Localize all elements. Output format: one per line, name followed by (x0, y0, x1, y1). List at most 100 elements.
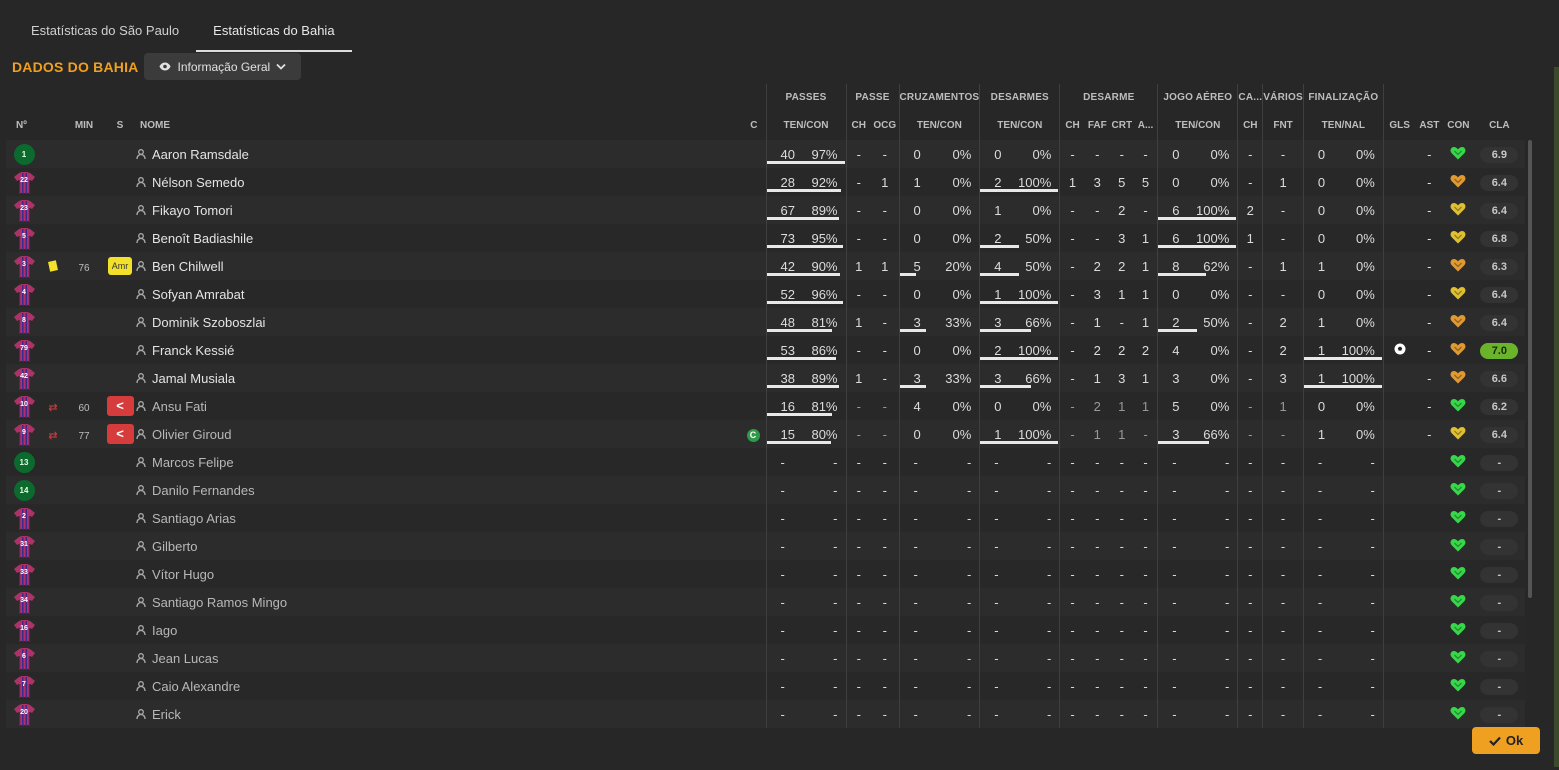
rating-badge: - (1480, 566, 1519, 583)
heart-icon (1450, 426, 1466, 439)
player-row[interactable]: 10 ⇄ 60 < Ansu Fati 16 81% - -4 0% 0 0% -2 1 1 5 0% -1 0 0%… (6, 392, 1526, 420)
player-row[interactable]: 9 ⇄ 77 < Olivier Giroud C 15 80% - -0 0% 1 100% -1 1-3… (6, 420, 1526, 448)
col-d-ch[interactable]: CH (1059, 111, 1085, 140)
event-icon (42, 644, 64, 672)
player-row[interactable]: 79 Franck Kessié 53 86% - -0 0% 2 100% -2 2 2 4 0% -2 1… (6, 336, 1526, 364)
player-name-cell[interactable]: Dominik Szoboszlai (136, 308, 706, 336)
col-ca-ch[interactable]: CH (1237, 111, 1263, 140)
person-icon (136, 149, 146, 159)
person-icon (136, 457, 146, 467)
col-ast[interactable]: AST (1415, 111, 1443, 140)
col-nome[interactable]: NOME (136, 111, 706, 140)
con (1443, 392, 1474, 420)
col-c[interactable]: C (706, 111, 766, 140)
player-name-cell[interactable]: Ben Chilwell (136, 252, 706, 280)
col-passe-ocg[interactable]: OCG (871, 111, 899, 140)
scrollbar[interactable] (1528, 140, 1532, 598)
col-d-crt[interactable]: CRT (1110, 111, 1134, 140)
player-name-cell[interactable]: Santiago Ramos Mingo (136, 588, 706, 616)
player-kit: 9 (6, 420, 42, 448)
player-row[interactable]: 1 Aaron Ramsdale 40 97% - -0 0% 0 0% - - - -0 0% - -0 0%… (6, 140, 1526, 168)
player-row[interactable]: 4 Sofyan Amrabat 52 96% - -0 0% 1 100% -3 1 1 0 0% - -0… (6, 280, 1526, 308)
col-gls[interactable]: GLS (1382, 111, 1416, 140)
col-fnt[interactable]: FNT (1262, 111, 1304, 140)
fnt: - (1262, 644, 1304, 672)
player-name-cell[interactable]: Erick (136, 700, 706, 728)
passes-cell-bar (767, 273, 840, 276)
col-d-faf[interactable]: FAF (1085, 111, 1110, 140)
player-name-cell[interactable]: Aaron Ramsdale (136, 140, 706, 168)
col-passe-ch[interactable]: CH (845, 111, 871, 140)
col-d-a[interactable]: A... (1134, 111, 1158, 140)
aereo-cell-pct: 0% (1210, 286, 1230, 302)
d-ch: 1 (1059, 168, 1085, 196)
player-row[interactable]: 34 Santiago Ramos Mingo - - - - - - - - - - - - - - - - - -… (6, 588, 1526, 616)
player-name-cell[interactable]: Iago (136, 616, 706, 644)
player-name-cell[interactable]: Franck Kessié (136, 336, 706, 364)
gls (1382, 364, 1416, 392)
player-row[interactable]: 8 Dominik Szoboszlai 48 81% 1-3 33% 3 66% -1-1 2 5… (6, 308, 1526, 336)
player-row[interactable]: 22 Nélson Semedo 28 92% -1 1 0% 2 100% 1 3 5 5 0 0% -1 0… (6, 168, 1526, 196)
player-name-cell[interactable]: Ansu Fati (136, 392, 706, 420)
player-name-cell[interactable]: Sofyan Amrabat (136, 280, 706, 308)
ok-button[interactable]: Ok (1472, 727, 1540, 754)
player-name-cell[interactable]: Santiago Arias (136, 504, 706, 532)
col-cruz[interactable]: TEN/CON (898, 111, 980, 140)
player-row[interactable]: 13 Marcos Felipe - - - - - - - - - - - - - - - - - - - (6, 448, 1526, 476)
tab-home-stats[interactable]: Estatísticas do São Paulo (14, 14, 196, 52)
player-row[interactable]: 20 Erick - - - - - - - - - - - - - - - - - - - (6, 700, 1526, 728)
player-min (64, 476, 104, 504)
ca-ch: - (1237, 504, 1263, 532)
player-name-cell[interactable]: Gilberto (136, 532, 706, 560)
player-row[interactable]: 16 Iago - - - - - - - - - - - - - - - - - - - (6, 616, 1526, 644)
player-name: Marcos Felipe (152, 454, 234, 470)
player-row[interactable]: 33 Vítor Hugo - - - - - - - - - - - - - - - - - - - (6, 560, 1526, 588)
col-passes[interactable]: TEN/CON (765, 111, 846, 140)
player-row[interactable]: 14 Danilo Fernandes - - - - - - - - - - - - - - - - - - - (6, 476, 1526, 504)
player-name-cell[interactable]: Danilo Fernandes (136, 476, 706, 504)
col-num[interactable]: Nº (6, 111, 42, 140)
kit-number: 20 (20, 708, 28, 716)
col-fin[interactable]: TEN/NAL (1302, 111, 1384, 140)
player-name-cell[interactable]: Nélson Semedo (136, 168, 706, 196)
cruz-cell-attempts: 0 (913, 342, 921, 358)
player-name-cell[interactable]: Fikayo Tomori (136, 196, 706, 224)
player-row[interactable]: 5 Benoît Badiashile 73 95% - -0 0% 2 50% - -3 1 6 100… (6, 224, 1526, 252)
player-name-cell[interactable]: Olivier Giroud (136, 420, 706, 448)
player-name-cell[interactable]: Marcos Felipe (136, 448, 706, 476)
player-name-cell[interactable]: Benoît Badiashile (136, 224, 706, 252)
col-s[interactable]: S (104, 111, 136, 140)
player-name-cell[interactable]: Jean Lucas (136, 644, 706, 672)
player-name-cell[interactable]: Vítor Hugo (136, 560, 706, 588)
player-row[interactable]: 7 Caio Alexandre - - - - - - - - - - - - - - - - - - - (6, 672, 1526, 700)
ca-ch: - (1237, 616, 1263, 644)
player-row[interactable]: 6 Jean Lucas - - - - - - - - - - - - - - - - - - - (6, 644, 1526, 672)
subbed-off-button[interactable]: < (106, 396, 134, 416)
d-a: - (1133, 672, 1158, 700)
player-min (64, 588, 104, 616)
passes-cell-attempts: 42 (780, 258, 795, 274)
col-aereo[interactable]: TEN/CON (1157, 111, 1238, 140)
player-row[interactable]: 3 76 Amr Ben Chilwell 42 90% 1 1 5 20% 4 50% -2 2 1 8 62… (6, 252, 1526, 280)
tab-away-stats[interactable]: Estatísticas do Bahia (196, 14, 352, 52)
player-row[interactable]: 31 Gilberto - - - - - - - - - - - - - - - - - - - (6, 532, 1526, 560)
passes-cell: -- (765, 532, 846, 560)
player-row[interactable]: 42 Jamal Musiala 38 89% 1-3 33% 3 66% -1 3 1 3 0% -3 1… (6, 364, 1526, 392)
col-con[interactable]: CON (1443, 111, 1473, 140)
passes-cell: -- (765, 476, 846, 504)
col-min[interactable]: MIN (64, 111, 104, 140)
player-row[interactable]: 2 Santiago Arias - - - - - - - - - - - - - - - - - - - (6, 504, 1526, 532)
con (1443, 308, 1474, 336)
fnt: - (1262, 420, 1304, 448)
fin-cell-pct: 100% (1341, 342, 1375, 358)
view-dropdown[interactable]: Informação Geral (144, 53, 302, 80)
subbed-off-button[interactable]: < (106, 424, 134, 444)
d-faf: - (1084, 644, 1110, 672)
player-name-cell[interactable]: Jamal Musiala (136, 364, 706, 392)
col-des[interactable]: TEN/CON (979, 111, 1060, 140)
player-row[interactable]: 23 Fikayo Tomori 67 89% - -0 0% 1 0% - -2-6 100% 2-0… (6, 196, 1526, 224)
player-name-cell[interactable]: Caio Alexandre (136, 672, 706, 700)
passe-ch: - (845, 168, 871, 196)
col-cla[interactable]: CLA (1473, 111, 1525, 140)
d-faf: 2 (1084, 252, 1110, 280)
